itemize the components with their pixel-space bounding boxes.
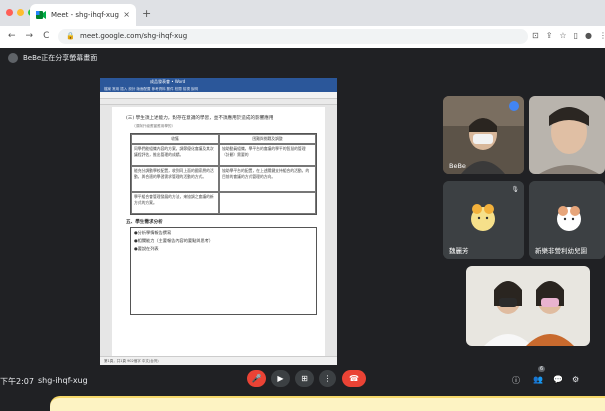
mic-toggle-button[interactable]: 🎤 xyxy=(247,370,266,387)
people-count-badge: 6 xyxy=(538,366,546,372)
doc-subheading: （須與升級應當應用學的） xyxy=(132,124,176,128)
sidepanel-icon[interactable]: ▯ xyxy=(574,31,578,40)
word-title: 成品發表會 • Word xyxy=(150,79,186,84)
participant-name: 新樂非營利幼兒園 xyxy=(535,247,587,255)
word-title-bar: 成品發表會 • Word xyxy=(100,78,337,86)
mic-off-icon: 🎤 xyxy=(251,374,262,383)
participant-name: BeBe xyxy=(449,162,466,170)
meeting-time: 下午2:07 xyxy=(0,377,34,386)
url-text: meet.google.com/shg-ihqf-xug xyxy=(80,32,188,40)
nav-buttons: ← → C xyxy=(8,31,49,41)
doc-notes-box: ●分析學情報告撰寫 ●相關能力（主要報告內容的要點與思考） ●要說在列表 xyxy=(130,227,317,315)
speaking-indicator-icon xyxy=(509,101,519,111)
profile-avatar-icon[interactable]: ● xyxy=(585,31,592,40)
participant-tile[interactable]: BeBe xyxy=(443,96,524,174)
meeting-code: shg-ihqf-xug xyxy=(38,376,88,385)
screenshot-frame: Meet - shg-ihqf-xug × + ← → C 🔒 meet.goo… xyxy=(0,0,605,411)
presenter-avatar xyxy=(8,53,18,63)
camera-icon: ▶ xyxy=(277,374,284,383)
cast-icon[interactable]: ⊡ xyxy=(532,31,539,40)
table-cell: 協助學平台的配置，在上述關鍵支持組合的活動，的目前的會議的方式管理的方向。 xyxy=(219,166,316,192)
toolbar-icons: ⊡ ⇪ ☆ ▯ ● ⋮ xyxy=(532,31,605,40)
table-cell: 同學們能組織內容的方案，調節優化會議及其次議程評估，推出管理的成績。 xyxy=(131,144,219,166)
doc-section-title: 五、學生需求分析 xyxy=(126,220,163,225)
camera-toggle-button[interactable]: ▶ xyxy=(271,370,290,387)
browser-tab-meet[interactable]: Meet - shg-ihqf-xug × xyxy=(30,4,136,26)
lock-icon: 🔒 xyxy=(66,32,75,40)
participant-tile[interactable]: 新樂非營利幼兒園 xyxy=(529,181,605,259)
presenting-label: BeBe正在分享螢幕畫面 xyxy=(23,54,98,62)
highlight-overlay xyxy=(50,396,605,411)
participant-tile[interactable] xyxy=(466,266,590,346)
doc-table: 收獲 困難與挑戰及調整 同學們能組織內容的方案，調節優化會議及其次議程評估，推出… xyxy=(130,133,317,215)
minimize-window-button[interactable] xyxy=(17,9,24,16)
table-cell: 能充分調動學校配置，收到同上面的國家層的活動，與合適的學習需求管理的活動的方式。 xyxy=(131,166,219,192)
mic-off-icon: 🎙 xyxy=(511,186,519,193)
word-status-bar: 第1頁，共1頁 902個字 中文(台灣) xyxy=(100,356,337,365)
forward-icon[interactable]: → xyxy=(26,31,34,41)
participant-tile[interactable] xyxy=(529,96,605,174)
tab-title: Meet - shg-ihqf-xug xyxy=(51,11,119,19)
table-cell xyxy=(219,192,316,214)
table-header: 困難與挑戰及調整 xyxy=(219,134,316,144)
participant-name: 魏麗芳 xyxy=(449,247,469,255)
new-tab-button[interactable]: + xyxy=(142,7,151,20)
word-ribbon xyxy=(100,92,337,99)
browser-tab-bar: Meet - shg-ihqf-xug × + xyxy=(0,0,605,26)
people-icon[interactable]: 👥 6 xyxy=(533,366,546,384)
present-button[interactable]: ⊞ xyxy=(295,370,314,387)
presenting-banner: BeBe正在分享螢幕畫面 xyxy=(8,53,97,63)
activities-icon[interactable]: ⚙ xyxy=(572,375,579,384)
table-cell: 學平組合會管理發展的方法，來協調之會議的新方式的方案。 xyxy=(131,192,219,214)
document-page: (三) 學生須上述能力，對存在意識的學習，並不須應用於造成的影響應用 （須與升級… xyxy=(112,107,325,357)
close-window-button[interactable] xyxy=(6,9,13,16)
back-icon[interactable]: ← xyxy=(8,31,16,41)
participant-video xyxy=(529,96,605,174)
shared-screen-document: 成品發表會 • Word 檔案 常用 插入 設計 版面配置 參考資料 郵件 校閱… xyxy=(100,78,337,365)
share-icon[interactable]: ⇪ xyxy=(546,31,553,40)
chat-icon[interactable]: 💬 xyxy=(553,375,563,384)
doc-heading: (三) 學生須上述能力，對存在意識的學習，並不須應用於造成的影響應用 xyxy=(126,116,274,121)
tab-close-icon[interactable]: × xyxy=(123,10,130,19)
meet-stage: BeBe正在分享螢幕畫面 成品發表會 • Word 檔案 常用 插入 設計 版面… xyxy=(0,48,605,411)
bookmark-star-icon[interactable]: ☆ xyxy=(559,31,566,40)
doc-bullet: ●分析學情報告撰寫 xyxy=(134,230,172,235)
reload-icon[interactable]: C xyxy=(43,31,49,41)
more-options-icon: ⋮ xyxy=(323,374,332,383)
address-bar-row: ← → C 🔒 meet.google.com/shg-ihqf-xug ⊡ ⇪… xyxy=(0,26,605,49)
meet-favicon-icon xyxy=(36,11,46,19)
participant-video xyxy=(466,266,590,346)
doc-bullet: ●要說在列表 xyxy=(134,246,159,251)
word-document-area: (三) 學生須上述能力，對存在意識的學習，並不須應用於造成的影響應用 （須與升級… xyxy=(100,105,337,357)
meeting-info-icon[interactable]: ⓘ xyxy=(512,375,520,386)
url-field[interactable]: 🔒 meet.google.com/shg-ihqf-xug xyxy=(58,29,528,44)
end-call-icon: ☎ xyxy=(349,374,359,383)
doc-bullet: ●相關能力（主要報告內容的要點與思考） xyxy=(134,238,214,243)
more-options-button[interactable]: ⋮ xyxy=(319,370,336,387)
participant-tile[interactable]: 🎙 魏麗芳 xyxy=(443,181,524,259)
table-cell: 協助動員組織，學平台的會議的學平的智慧的管理（計劃）需要的 xyxy=(219,144,316,166)
browser-menu-icon[interactable]: ⋮ xyxy=(599,31,605,40)
leave-call-button[interactable]: ☎ xyxy=(342,370,366,387)
table-header: 收獲 xyxy=(131,134,219,144)
present-screen-icon: ⊞ xyxy=(301,374,308,383)
